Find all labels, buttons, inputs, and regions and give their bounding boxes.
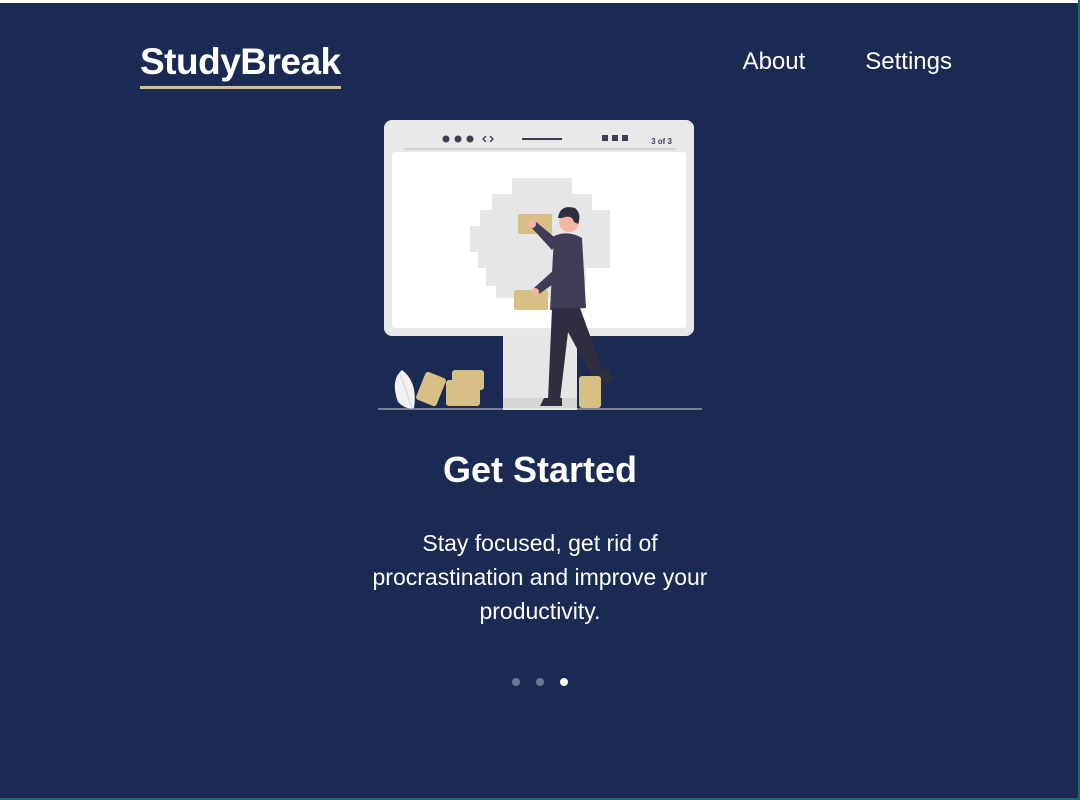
person-arranging-notes-illustration: 3 of 3 [378,120,702,410]
app-logo[interactable]: StudyBreak [140,40,341,89]
pagination-dots [0,678,1080,686]
page-indicator-text: 3 of 3 [651,137,672,146]
nav-settings-link[interactable]: Settings [865,46,952,78]
pagination-dot-2[interactable] [536,678,544,686]
slide-title: Get Started [442,449,638,490]
pagination-dot-3[interactable] [560,678,568,686]
nav-about-link[interactable]: About [743,46,806,78]
pagination-dot-1[interactable] [512,678,520,686]
header: StudyBreak About Settings [0,0,1080,110]
main-nav: About Settings [743,46,952,78]
slide-description: Stay focused, get rid of procrastination… [372,530,708,624]
